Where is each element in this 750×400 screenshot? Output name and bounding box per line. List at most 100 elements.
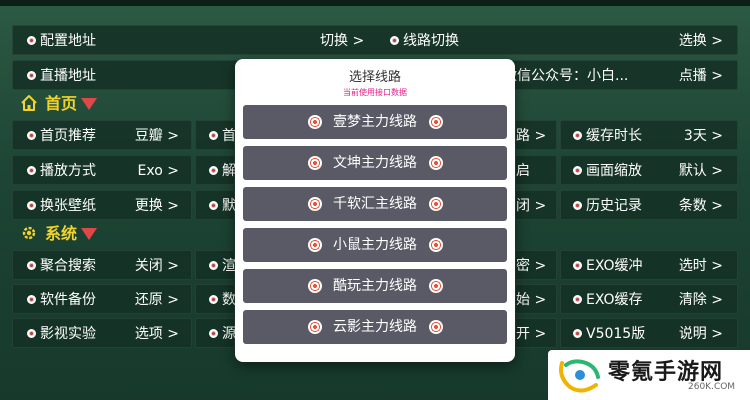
bullet-icon: [390, 35, 399, 45]
setting-label: 画面缩放: [586, 163, 642, 179]
home-section-title: 首页: [45, 94, 78, 113]
setting-label: 换张壁纸: [40, 198, 96, 214]
setting-value[interactable]: Exo >: [138, 156, 179, 186]
route-option[interactable]: 小鼠主力线路: [243, 228, 507, 262]
setting-row[interactable]: 影视实验 选项 >: [12, 318, 192, 348]
bullet-icon: [573, 294, 582, 304]
target-icon: [429, 279, 443, 293]
route-option[interactable]: 酷玩主力线路: [243, 269, 507, 303]
setting-row[interactable]: 缓存时长 3天 >: [560, 120, 738, 150]
setting-label: 解: [222, 163, 236, 179]
setting-value[interactable]: 开 >: [516, 319, 546, 349]
bullet-icon: [27, 35, 36, 45]
setting-value[interactable]: 还原 >: [135, 285, 179, 315]
setting-label: 缓存时长: [586, 128, 642, 144]
setting-row[interactable]: 默: [195, 190, 236, 220]
config-address-row[interactable]: 配置地址 切换 > 线路切换 选换 >: [12, 25, 738, 55]
setting-row[interactable]: 闭 >: [515, 190, 557, 220]
route-option[interactable]: 千软汇主线路: [243, 187, 507, 221]
setting-row[interactable]: 开 >: [515, 318, 557, 348]
top-edge-bar: [0, 0, 750, 6]
setting-row[interactable]: 聚合搜索 关闭 >: [12, 250, 192, 280]
setting-label: V5015版: [586, 326, 646, 342]
config-switch-button[interactable]: 切换 >: [320, 26, 364, 56]
setting-value[interactable]: 关闭 >: [135, 251, 179, 281]
bullet-icon: [27, 70, 36, 80]
route-select-button[interactable]: 选换 >: [679, 26, 723, 56]
setting-row[interactable]: 画面缩放 默认 >: [560, 155, 738, 185]
setting-label: EXO缓存: [586, 292, 643, 308]
setting-label: 播放方式: [40, 163, 96, 179]
setting-row[interactable]: 首页推荐 豆瓣 >: [12, 120, 192, 150]
setting-value[interactable]: 闭 >: [516, 191, 546, 221]
setting-value[interactable]: 启: [516, 156, 530, 186]
route-label: 壹梦主力线路: [333, 114, 417, 130]
setting-value[interactable]: 路 >: [516, 121, 546, 151]
bullet-icon: [27, 165, 36, 175]
setting-row[interactable]: 路 >: [515, 120, 557, 150]
bullet-icon: [573, 328, 582, 338]
bullet-icon: [27, 294, 36, 304]
route-option[interactable]: 云影主力线路: [243, 310, 507, 344]
route-select-dialog: 选择线路 当前使用接口数据 壹梦主力线路 文坤主力线路 千软汇主线路 小鼠主力线…: [235, 59, 515, 362]
route-label: 文坤主力线路: [333, 155, 417, 171]
bullet-icon: [209, 200, 218, 210]
bullet-icon: [573, 130, 582, 140]
setting-row[interactable]: 启: [515, 155, 557, 185]
setting-row[interactable]: V5015版 说明 >: [560, 318, 738, 348]
setting-label: 数: [222, 292, 236, 308]
route-switch-label: 线路切换: [403, 33, 459, 49]
route-label: 云影主力线路: [333, 319, 417, 335]
setting-row[interactable]: EXO缓存 清除 >: [560, 284, 738, 314]
setting-row[interactable]: EXO缓冲 选时 >: [560, 250, 738, 280]
live-address-label: 直播地址: [40, 68, 96, 84]
setting-value[interactable]: 更换 >: [135, 191, 179, 221]
setting-row[interactable]: 密 >: [515, 250, 557, 280]
bullet-icon: [27, 260, 36, 270]
setting-value[interactable]: 清除 >: [679, 285, 723, 315]
route-label: 酷玩主力线路: [333, 278, 417, 294]
collapse-triangle-icon[interactable]: [81, 228, 97, 240]
setting-value[interactable]: 始 >: [516, 285, 546, 315]
setting-value[interactable]: 3天 >: [684, 121, 723, 151]
setting-value[interactable]: 默认 >: [679, 156, 723, 186]
route-option[interactable]: 文坤主力线路: [243, 146, 507, 180]
bullet-icon: [27, 328, 36, 338]
watermark: 零氪手游网 260K.COM: [548, 350, 750, 400]
vod-button[interactable]: 点播 >: [679, 61, 723, 91]
wechat-account-text: 微信公众号：小白...: [503, 68, 629, 84]
setting-value[interactable]: 选项 >: [135, 319, 179, 349]
bullet-icon: [209, 130, 218, 140]
bullet-icon: [209, 294, 218, 304]
setting-label: 首页推荐: [40, 128, 96, 144]
setting-row[interactable]: 播放方式 Exo >: [12, 155, 192, 185]
setting-row[interactable]: 换张壁纸 更换 >: [12, 190, 192, 220]
route-label: 千软汇主线路: [333, 196, 417, 212]
setting-value[interactable]: 密 >: [516, 251, 546, 281]
setting-row[interactable]: 解: [195, 155, 236, 185]
dialog-title: 选择线路: [348, 70, 401, 85]
setting-value[interactable]: 条数 >: [679, 191, 723, 221]
bullet-icon: [573, 200, 582, 210]
setting-label: 默: [222, 198, 236, 214]
collapse-triangle-icon[interactable]: [81, 98, 97, 110]
bullet-icon: [209, 165, 218, 175]
setting-row[interactable]: 源: [195, 318, 236, 348]
setting-label: 首: [222, 128, 236, 144]
route-option[interactable]: 壹梦主力线路: [243, 105, 507, 139]
setting-row[interactable]: 首: [195, 120, 236, 150]
dialog-subtitle: 当前使用接口数据: [343, 88, 407, 97]
setting-value[interactable]: 豆瓣 >: [135, 121, 179, 151]
setting-value[interactable]: 说明 >: [679, 319, 723, 349]
bullet-icon: [573, 165, 582, 175]
setting-row[interactable]: 软件备份 还原 >: [12, 284, 192, 314]
target-icon: [429, 156, 443, 170]
watermark-subtext: 260K.COM: [688, 382, 736, 392]
setting-row[interactable]: 始 >: [515, 284, 557, 314]
setting-row[interactable]: 数: [195, 284, 236, 314]
setting-row[interactable]: 历史记录 条数 >: [560, 190, 738, 220]
target-icon: [429, 197, 443, 211]
setting-row[interactable]: 渲: [195, 250, 236, 280]
setting-label: 历史记录: [586, 198, 642, 214]
setting-value[interactable]: 选时 >: [679, 251, 723, 281]
